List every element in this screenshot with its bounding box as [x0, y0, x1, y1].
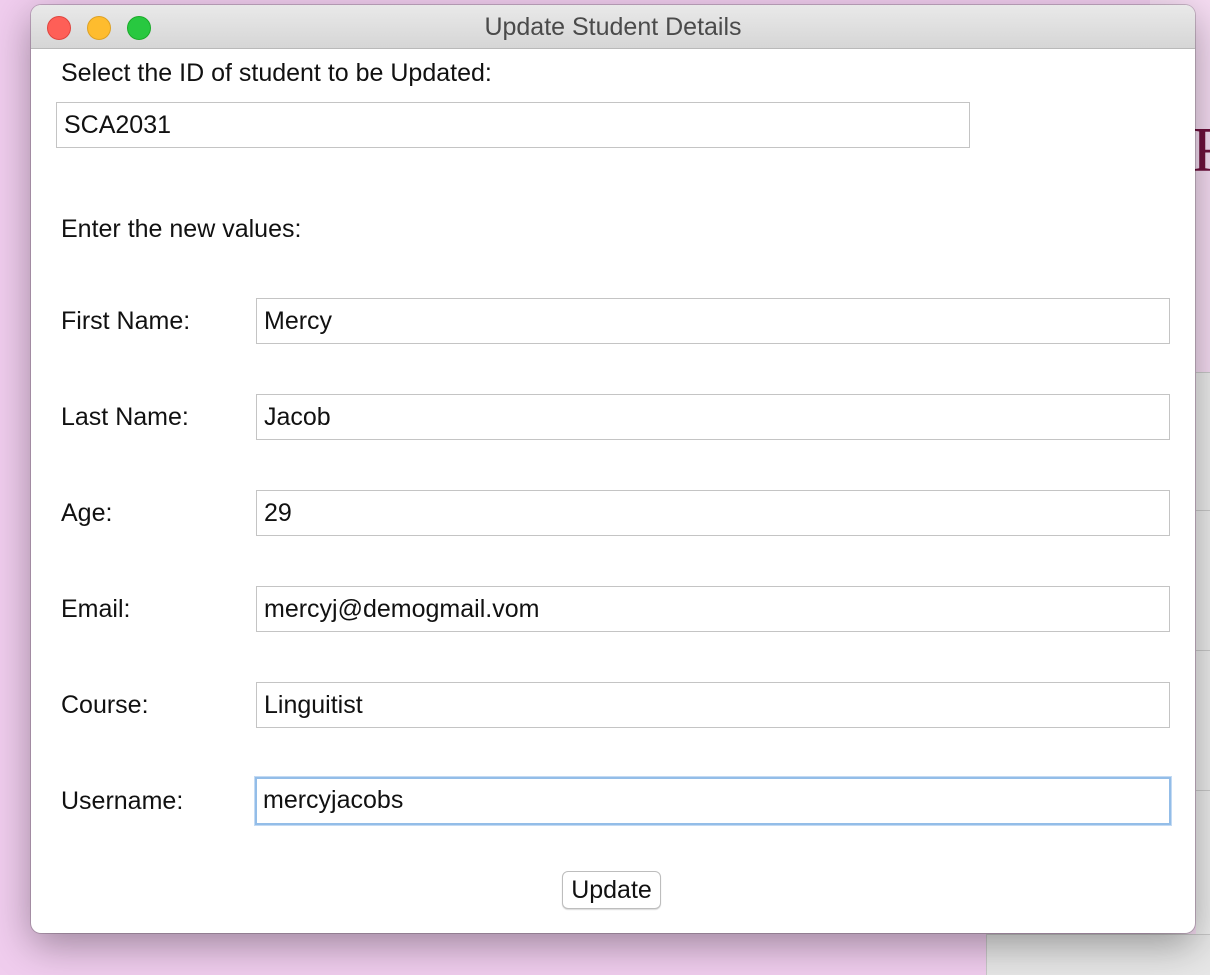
age-label: Age:	[61, 499, 113, 527]
course-input[interactable]: Linguitist	[256, 682, 1170, 728]
window-titlebar[interactable]: Update Student Details	[31, 5, 1195, 49]
background-panel	[1196, 372, 1210, 973]
course-label: Course:	[61, 691, 149, 719]
age-input[interactable]: 29	[256, 490, 1170, 536]
close-window-button[interactable]	[47, 16, 71, 40]
email-input[interactable]: mercyj@demogmail.vom	[256, 586, 1170, 632]
minimize-window-button[interactable]	[87, 16, 111, 40]
window-title: Update Student Details	[484, 13, 742, 41]
username-input[interactable]: mercyjacobs	[255, 777, 1171, 825]
last-name-input[interactable]: Jacob	[256, 394, 1170, 440]
zoom-window-button[interactable]	[127, 16, 151, 40]
update-student-window: Update Student Details Select the ID of …	[31, 5, 1195, 933]
first-name-label: First Name:	[61, 307, 191, 335]
username-label: Username:	[61, 787, 184, 815]
new-values-label: Enter the new values:	[61, 215, 302, 243]
student-id-input[interactable]: SCA2031	[56, 102, 970, 148]
select-id-label: Select the ID of student to be Updated:	[61, 59, 492, 87]
background-panel-bottom	[986, 934, 1210, 975]
first-name-input[interactable]: Mercy	[256, 298, 1170, 344]
update-button[interactable]: Update	[562, 871, 661, 909]
email-label: Email:	[61, 595, 131, 623]
last-name-label: Last Name:	[61, 403, 189, 431]
